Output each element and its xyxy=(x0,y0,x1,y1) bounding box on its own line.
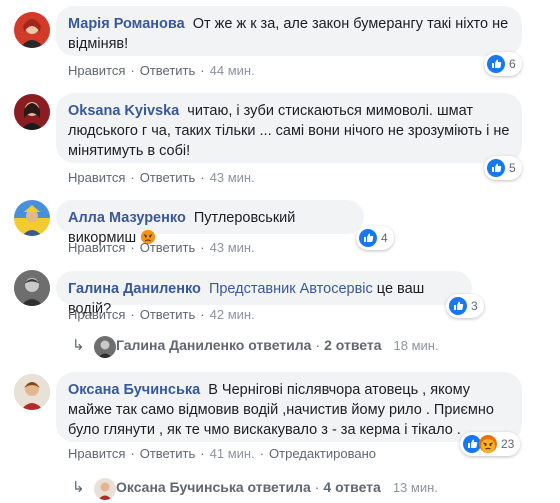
comment-item: Оксана Бучинська В Чернігові післявчора … xyxy=(0,366,560,503)
like-icon xyxy=(487,159,505,177)
timestamp[interactable]: 41 мин. xyxy=(210,446,255,461)
comment-actions: Нравится · Ответить · 41 мин. · Отредактирован… xyxy=(68,446,377,461)
comment-actions: Нравится · Ответить · 43 мин. xyxy=(68,170,255,185)
reply-link[interactable]: Ответить xyxy=(140,240,196,255)
comment-author[interactable]: Марія Романова xyxy=(68,16,185,32)
comment-author[interactable]: Галина Даниленко xyxy=(68,281,201,297)
timestamp[interactable]: 42 мин. xyxy=(210,307,255,322)
like-link[interactable]: Нравится xyxy=(68,240,125,255)
comment-author[interactable]: Алла Мазуренко xyxy=(68,210,186,226)
reply-link[interactable]: Ответить xyxy=(140,446,196,461)
comment-actions: Нравится · Ответить · 44 мин. xyxy=(68,63,255,78)
replies-time: 13 мин. xyxy=(392,479,438,495)
comment-bubble: Марія Романова От же ж к за, але закон б… xyxy=(56,6,522,56)
timestamp[interactable]: 44 мин. xyxy=(210,63,255,78)
reply-arrow-icon: ↳ xyxy=(72,337,85,354)
like-link[interactable]: Нравится xyxy=(68,63,125,78)
angry-icon xyxy=(479,435,497,453)
reply-link[interactable]: Ответить xyxy=(140,307,196,322)
replies-time: 18 мин. xyxy=(393,337,439,353)
reply-link[interactable]: Ответить xyxy=(140,63,196,78)
like-icon xyxy=(449,297,467,315)
like-link[interactable]: Нравится xyxy=(68,307,125,322)
avatar xyxy=(94,478,116,500)
like-icon xyxy=(487,55,505,73)
view-replies-link[interactable]: ↳ Галина Даниленко ответила · 2 ответа 1… xyxy=(72,336,439,358)
edited-label[interactable]: Отредактировано xyxy=(269,446,376,461)
reaction-count: 23 xyxy=(501,437,515,451)
comment-actions: Нравится · Ответить · 43 мин. xyxy=(68,240,255,255)
comment-item: Алла Мазуренко Путлеровський викормиш Нр… xyxy=(0,196,560,260)
avatar xyxy=(94,336,116,358)
replies-count: 4 ответа xyxy=(323,479,381,495)
comment-bubble: Oksana Kyivska читаю, і зуби стискаються… xyxy=(56,93,522,163)
comment-item: Галина Даниленко Представник Автосервіс … xyxy=(0,264,560,360)
like-link[interactable]: Нравится xyxy=(68,446,125,461)
reaction-count: 5 xyxy=(509,161,516,175)
reaction-summary[interactable]: 3 xyxy=(446,294,484,318)
mention-link[interactable]: Представник Автосервіс xyxy=(209,281,373,297)
avatar[interactable] xyxy=(14,94,50,130)
comment-item: Oksana Kyivska читаю, і зуби стискаються… xyxy=(0,88,560,188)
reaction-summary[interactable]: 5 xyxy=(484,156,522,180)
reply-link[interactable]: Ответить xyxy=(140,170,196,185)
reaction-summary[interactable]: 6 xyxy=(484,52,522,76)
reaction-count: 3 xyxy=(471,299,478,313)
comment-author[interactable]: Oksana Kyivska xyxy=(68,103,179,119)
reaction-count: 6 xyxy=(509,57,516,71)
comment-bubble: Галина Даниленко Представник Автосервіс … xyxy=(56,271,472,317)
replies-author: Галина Даниленко ответила xyxy=(116,337,312,353)
reaction-count: 4 xyxy=(381,231,388,245)
like-link[interactable]: Нравится xyxy=(68,170,125,185)
timestamp[interactable]: 43 мин. xyxy=(210,170,255,185)
avatar[interactable] xyxy=(14,200,50,236)
avatar[interactable] xyxy=(14,12,50,48)
reaction-summary[interactable]: 4 xyxy=(356,226,394,250)
reaction-summary[interactable]: 23 xyxy=(460,432,521,456)
avatar[interactable] xyxy=(14,270,50,306)
replies-author: Оксана Бучинська ответила xyxy=(116,479,311,495)
comment-item: Марія Романова От же ж к за, але закон б… xyxy=(0,0,560,80)
comment-bubble: Алла Мазуренко Путлеровський викормиш xyxy=(56,200,364,246)
timestamp[interactable]: 43 мин. xyxy=(210,240,255,255)
comment-actions: Нравится · Ответить · 42 мин. xyxy=(68,307,255,322)
view-replies-link[interactable]: ↳ Оксана Бучинська ответила · 4 ответа 1… xyxy=(72,478,438,500)
comment-bubble: Оксана Бучинська В Чернігові післявчора … xyxy=(56,372,522,442)
replies-count: 2 ответа xyxy=(324,337,382,353)
comment-author[interactable]: Оксана Бучинська xyxy=(68,382,200,398)
avatar[interactable] xyxy=(14,374,50,410)
reply-arrow-icon: ↳ xyxy=(72,479,85,496)
like-icon xyxy=(359,229,377,247)
